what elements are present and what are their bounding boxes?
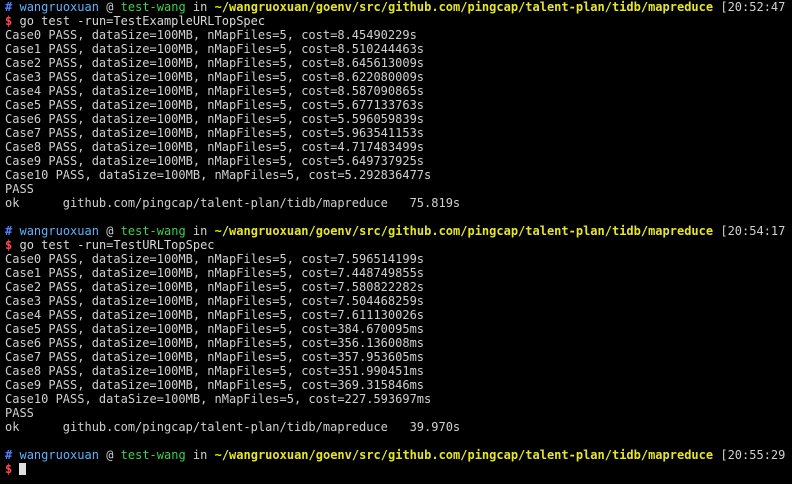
command-input-line[interactable]: $ [5, 462, 787, 476]
output-line: ok github.com/pingcap/talent-plan/tidb/m… [5, 196, 461, 210]
prompt-in: in [192, 224, 208, 238]
command-line: $ go test -run=TestURLTopSpec [5, 238, 787, 252]
prompt-host: test-wang [120, 448, 186, 462]
output-line: Case9 PASS, dataSize=100MB, nMapFiles=5,… [5, 378, 425, 392]
prompt-path: ~/wangruoxuan/goenv/src/github.com/pingc… [214, 448, 714, 462]
prompt-header: # wangruoxuan @ test-wang in ~/wangruoxu… [5, 448, 787, 462]
text-cursor[interactable] [19, 463, 27, 475]
output-line: Case3 PASS, dataSize=100MB, nMapFiles=5,… [5, 70, 425, 84]
prompt-time: [20:55:29] [720, 448, 787, 462]
prompt-host: test-wang [120, 0, 186, 14]
prompt-user: wangruoxuan [19, 224, 99, 238]
prompt-user: wangruoxuan [19, 0, 99, 14]
output-line: Case4 PASS, dataSize=100MB, nMapFiles=5,… [5, 308, 425, 322]
output-line: Case8 PASS, dataSize=100MB, nMapFiles=5,… [5, 140, 425, 154]
prompt-symbol: $ [5, 14, 13, 28]
terminal-window[interactable]: # wangruoxuan @ test-wang in ~/wangruoxu… [0, 0, 792, 484]
prompt-header: # wangruoxuan @ test-wang in ~/wangruoxu… [5, 224, 787, 238]
output-line: Case9 PASS, dataSize=100MB, nMapFiles=5,… [5, 154, 425, 168]
prompt-symbol: $ [5, 462, 13, 476]
prompt-at: @ [106, 0, 114, 14]
output-line: Case5 PASS, dataSize=100MB, nMapFiles=5,… [5, 322, 425, 336]
prompt-at: @ [106, 448, 114, 462]
prompt-hash: # [5, 0, 13, 14]
output-line: ok github.com/pingcap/talent-plan/tidb/m… [5, 420, 461, 434]
prompt-time: [20:52:47] [720, 0, 787, 14]
output-line: Case0 PASS, dataSize=100MB, nMapFiles=5,… [5, 28, 417, 42]
active-prompt-block: # wangruoxuan @ test-wang in ~/wangruoxu… [5, 448, 787, 476]
output-line: Case7 PASS, dataSize=100MB, nMapFiles=5,… [5, 126, 425, 140]
output-line: Case1 PASS, dataSize=100MB, nMapFiles=5,… [5, 266, 425, 280]
prompt-hash: # [5, 224, 13, 238]
output-line: PASS [5, 406, 34, 420]
output-line: Case6 PASS, dataSize=100MB, nMapFiles=5,… [5, 336, 425, 350]
prompt-time: [20:54:17] [720, 224, 787, 238]
prompt-in: in [192, 0, 208, 14]
command-block: # wangruoxuan @ test-wang in ~/wangruoxu… [5, 224, 787, 448]
output-line: Case6 PASS, dataSize=100MB, nMapFiles=5,… [5, 112, 425, 126]
output-line: Case0 PASS, dataSize=100MB, nMapFiles=5,… [5, 252, 425, 266]
command-line: $ go test -run=TestExampleURLTopSpec [5, 14, 787, 28]
prompt-header: # wangruoxuan @ test-wang in ~/wangruoxu… [5, 0, 787, 14]
output-line: Case3 PASS, dataSize=100MB, nMapFiles=5,… [5, 294, 425, 308]
prompt-host: test-wang [120, 224, 186, 238]
output-line: Case2 PASS, dataSize=100MB, nMapFiles=5,… [5, 56, 425, 70]
output-line: Case2 PASS, dataSize=100MB, nMapFiles=5,… [5, 280, 425, 294]
command-text: go test -run=TestURLTopSpec [19, 238, 215, 252]
output-line: Case1 PASS, dataSize=100MB, nMapFiles=5,… [5, 42, 425, 56]
prompt-path: ~/wangruoxuan/goenv/src/github.com/pingc… [214, 224, 714, 238]
output-line: Case10 PASS, dataSize=100MB, nMapFiles=5… [5, 168, 432, 182]
output-line: PASS [5, 182, 34, 196]
output-line: Case8 PASS, dataSize=100MB, nMapFiles=5,… [5, 364, 425, 378]
output-line: Case10 PASS, dataSize=100MB, nMapFiles=5… [5, 392, 432, 406]
prompt-user: wangruoxuan [19, 448, 99, 462]
output-line: Case4 PASS, dataSize=100MB, nMapFiles=5,… [5, 84, 425, 98]
prompt-in: in [192, 448, 208, 462]
prompt-symbol: $ [5, 238, 13, 252]
output-line: Case7 PASS, dataSize=100MB, nMapFiles=5,… [5, 350, 425, 364]
prompt-hash: # [5, 448, 13, 462]
command-text: go test -run=TestExampleURLTopSpec [19, 14, 266, 28]
output-line: Case5 PASS, dataSize=100MB, nMapFiles=5,… [5, 98, 425, 112]
prompt-at: @ [106, 224, 114, 238]
command-block: # wangruoxuan @ test-wang in ~/wangruoxu… [5, 0, 787, 224]
prompt-path: ~/wangruoxuan/goenv/src/github.com/pingc… [214, 0, 714, 14]
